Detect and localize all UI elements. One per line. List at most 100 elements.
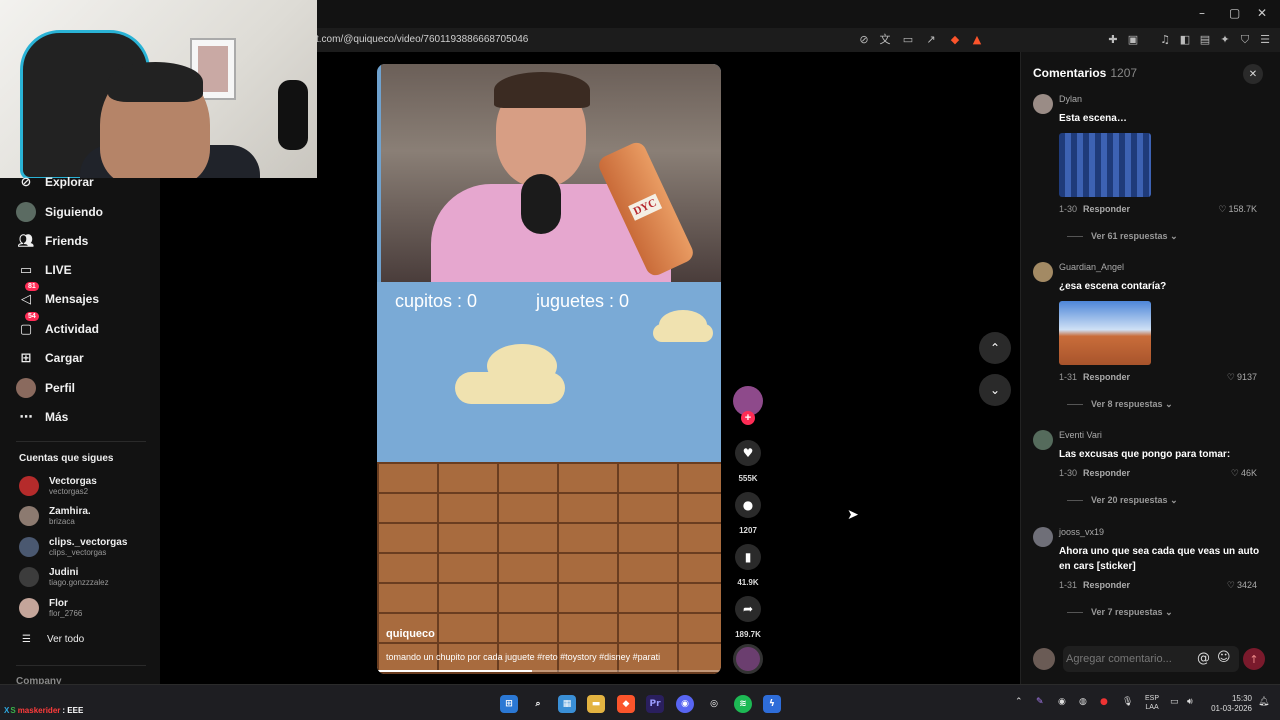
comment-username[interactable]: Eventi Vari bbox=[1059, 430, 1102, 440]
no-tracking-icon[interactable]: ⊘ bbox=[857, 33, 871, 47]
maximize-icon[interactable]: ▢ bbox=[1229, 6, 1240, 20]
comment-username[interactable]: Guardian_Angel bbox=[1059, 262, 1124, 272]
comment-image-bottles[interactable] bbox=[1059, 133, 1151, 197]
comment-like-button[interactable]: ♡ 46K bbox=[1231, 468, 1257, 479]
view-replies-button[interactable]: Ver 61 respuestas ⌄ bbox=[1067, 231, 1178, 242]
following-item-flor[interactable]: Flor flor_2766 bbox=[19, 595, 82, 621]
notifications-icon[interactable]: 🔔︎ bbox=[1258, 697, 1269, 707]
close-comments-button[interactable]: ✕ bbox=[1243, 64, 1263, 84]
sidebar-item-cargar[interactable]: ⊞ Cargar bbox=[16, 347, 84, 369]
following-item-vectorgas[interactable]: Vectorgas vectorgas2 bbox=[19, 473, 97, 499]
sidebar-toggle-icon[interactable]: ◧ bbox=[1178, 33, 1192, 47]
sidebar-item-explorar[interactable]: ⊘ Explorar bbox=[16, 171, 94, 193]
mention-icon[interactable]: @ bbox=[1197, 651, 1210, 666]
file-explorer-icon[interactable]: ▬ bbox=[587, 695, 605, 713]
screenshot-icon[interactable]: ▣ bbox=[1126, 33, 1140, 47]
menu-icon[interactable]: ☰ bbox=[1258, 33, 1272, 47]
system-clock[interactable]: 15:30 01-03-2026 bbox=[1204, 694, 1252, 714]
following-handle: flor_2766 bbox=[49, 609, 83, 618]
comment-like-button[interactable]: ♡ 9137 bbox=[1227, 372, 1257, 383]
avatar[interactable] bbox=[1033, 430, 1053, 450]
cast-icon[interactable]: ▭ bbox=[901, 33, 915, 47]
comment-text: Las excusas que pongo para tomar: bbox=[1059, 449, 1231, 460]
obs-icon[interactable]: ◎ bbox=[705, 695, 723, 713]
share-icon[interactable]: ↗ bbox=[924, 33, 938, 47]
comment-button[interactable]: ● bbox=[735, 492, 761, 518]
view-replies-button[interactable]: Ver 20 respuestas ⌄ bbox=[1067, 495, 1178, 506]
reply-button[interactable]: Responder bbox=[1083, 204, 1130, 214]
avatar[interactable] bbox=[1033, 527, 1053, 547]
search-icon[interactable]: ⌕ bbox=[529, 695, 547, 713]
close-window-icon[interactable]: ✕ bbox=[1257, 6, 1267, 20]
comment-username[interactable]: jooss_vx19 bbox=[1059, 527, 1104, 537]
like-button[interactable]: ♥ bbox=[735, 440, 761, 466]
avatar[interactable] bbox=[1033, 94, 1053, 114]
video-player[interactable]: cupitos : 0 juguetes : 0 quiqueco tomand… bbox=[377, 64, 721, 674]
brave-rewards-icon[interactable]: ▲ bbox=[970, 33, 984, 47]
discord-icon[interactable]: ◉ bbox=[676, 695, 694, 713]
sidebar-item-mensajes[interactable]: ◁ 81 Mensajes bbox=[16, 282, 99, 310]
lightning-app-icon[interactable]: ϟ bbox=[763, 695, 781, 713]
see-all-button[interactable]: ☰ Ver todo bbox=[22, 634, 84, 645]
network-icon[interactable]: ▭ bbox=[1170, 697, 1179, 707]
vpn-icon[interactable]: ⛉ bbox=[1238, 33, 1252, 47]
microphone-icon[interactable]: 🎙︎ bbox=[1122, 697, 1133, 707]
send-comment-button[interactable]: ↑ bbox=[1243, 648, 1265, 670]
clock-date: 01-03-2026 bbox=[1211, 704, 1252, 713]
photos-app-icon[interactable]: ▦ bbox=[558, 695, 576, 713]
avatar[interactable] bbox=[1033, 262, 1053, 282]
tray-recording-icon[interactable]: ● bbox=[1100, 697, 1108, 707]
sidebar-item-actividad[interactable]: ▢ 54 Actividad bbox=[16, 312, 99, 340]
comment-like-button[interactable]: ♡ 158.7K bbox=[1218, 204, 1257, 215]
following-item-zamhira[interactable]: Zamhira. brizaca bbox=[19, 503, 91, 529]
tray-app-icon[interactable]: ✎ bbox=[1036, 697, 1044, 707]
reply-button[interactable]: Responder bbox=[1083, 580, 1130, 590]
video-progress-bar[interactable] bbox=[377, 670, 721, 672]
tray-discord-icon[interactable]: ◉ bbox=[1058, 697, 1066, 707]
music-disc-icon[interactable] bbox=[733, 644, 763, 674]
volume-icon[interactable]: 🔊︎ bbox=[1187, 697, 1193, 707]
translate-icon[interactable]: 文 bbox=[878, 33, 892, 47]
emoji-icon[interactable]: ☺ bbox=[1217, 650, 1231, 665]
sidebar-item-friends[interactable]: 👥︎ Friends bbox=[16, 230, 89, 252]
sidebar-item-mas[interactable]: ⋯ Más bbox=[16, 406, 69, 428]
reply-button[interactable]: Responder bbox=[1083, 372, 1130, 382]
tray-overflow-icon[interactable]: ⌃ bbox=[1015, 697, 1023, 707]
follow-plus-icon[interactable]: + bbox=[741, 411, 755, 425]
reply-button[interactable]: Responder bbox=[1083, 468, 1130, 478]
spotify-icon[interactable]: ≋ bbox=[734, 695, 752, 713]
url-text[interactable]: t.com/@quiqueco/video/760119388666870504… bbox=[316, 34, 528, 45]
comment-date: 1-31 bbox=[1059, 372, 1078, 382]
comment-like-count: 3424 bbox=[1236, 580, 1257, 590]
sidebar-item-siguiendo[interactable]: Siguiendo bbox=[16, 201, 103, 223]
view-replies-button[interactable]: Ver 7 respuestas ⌄ bbox=[1067, 607, 1173, 618]
following-item-clips-vectorgas[interactable]: clips._vectorgas clips._vectorgas bbox=[19, 534, 127, 560]
comment-like-button[interactable]: ♡ 3424 bbox=[1227, 580, 1257, 591]
language-indicator[interactable]: ESP LAA bbox=[1145, 694, 1159, 712]
brave-browser-icon[interactable]: ◆ bbox=[617, 695, 635, 713]
minimize-icon[interactable]: – bbox=[1199, 6, 1205, 20]
sidebar-item-perfil[interactable]: Perfil bbox=[16, 377, 75, 399]
share-button[interactable]: ➦ bbox=[735, 596, 761, 622]
sidebar-item-label: Friends bbox=[45, 234, 89, 248]
video-author[interactable]: quiqueco bbox=[386, 628, 435, 640]
comment-image-desert[interactable] bbox=[1059, 301, 1151, 365]
next-video-button[interactable]: ⌄ bbox=[979, 374, 1011, 406]
music-icon[interactable]: ♫ bbox=[1158, 33, 1172, 47]
following-item-judini[interactable]: Judini tiago.gonzzzalez bbox=[19, 564, 109, 590]
windows-start-icon[interactable]: ⊞ bbox=[500, 695, 518, 713]
friends-icon: 👥︎ bbox=[17, 233, 35, 249]
premiere-pro-icon[interactable]: Pr bbox=[646, 695, 664, 713]
tray-steam-icon[interactable]: ◍ bbox=[1079, 697, 1087, 707]
comment-username[interactable]: Dylan bbox=[1059, 94, 1082, 104]
save-button[interactable]: ▮ bbox=[735, 544, 761, 570]
extensions-icon[interactable]: ✚ bbox=[1106, 33, 1120, 47]
previous-video-button[interactable]: ⌃ bbox=[979, 332, 1011, 364]
brave-shield-icon[interactable]: ◆ bbox=[948, 33, 962, 47]
wallet-icon[interactable]: ▤ bbox=[1198, 33, 1212, 47]
sidebar-item-live[interactable]: ▭ LIVE bbox=[16, 259, 72, 281]
leo-ai-icon[interactable]: ✦ bbox=[1218, 33, 1232, 47]
view-replies-button[interactable]: Ver 8 respuestas ⌄ bbox=[1067, 399, 1173, 410]
cloud bbox=[653, 324, 713, 342]
comment-input[interactable] bbox=[1063, 646, 1239, 672]
